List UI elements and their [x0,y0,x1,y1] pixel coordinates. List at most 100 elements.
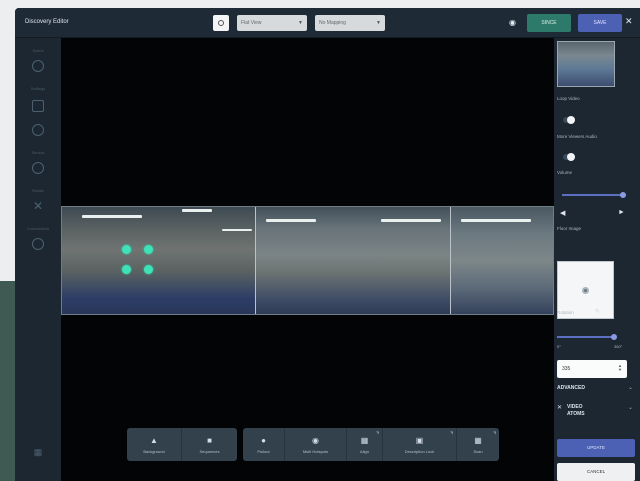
rotation-input[interactable]: 335 ▲ ▼ [557,360,627,378]
window-icon: ▣ [415,436,424,445]
rotation-label: Rotation [557,310,574,315]
update-button[interactable]: UPDATE [557,439,635,457]
ceiling-light [182,209,212,212]
hotspot-marker[interactable] [144,265,153,274]
hotspot-marker[interactable] [144,245,153,254]
advanced-label[interactable]: ADVANCED [557,385,585,391]
toolbar-button-label: Sequences [199,449,220,454]
align-icon: ▦ [360,436,369,445]
pencil-icon[interactable]: ✎ [595,308,600,315]
more-views-toggle[interactable] [563,153,575,161]
scan-button[interactable]: ◥ ▦ Scan [457,428,499,461]
toolbar-button-label: Background [143,449,165,454]
ceiling-light [82,215,142,218]
sidebar-group-label: Connections [26,226,50,231]
toolbar-button-label: Scan [473,449,483,454]
close-icon[interactable]: ✕ [625,16,633,27]
info-icon [218,20,224,26]
panorama-strip[interactable] [61,206,554,315]
loop-video-label: Loop Video [557,96,580,101]
sidebar-group-label: Scene [32,48,44,53]
hotspot-marker[interactable] [122,265,131,274]
sidebar-group-label: Settings [30,86,46,91]
cancel-button[interactable]: CANCEL [557,463,635,481]
scene-thumbnail[interactable] [557,41,615,87]
chevron-down-icon: ▼ [298,20,303,26]
panorama-segment [256,207,452,314]
since-button[interactable]: SINCE [527,14,571,32]
corner-marker-icon: ◥ [492,430,496,435]
sidebar-group-label: Sensor [31,150,45,155]
save-button[interactable]: SAVE [578,14,622,32]
slider-handle[interactable] [620,192,626,198]
mountain-icon: ▲ [150,436,158,445]
chevron-down-icon[interactable]: ⌄ [628,384,633,391]
trash-icon[interactable]: ▦ [32,446,44,458]
panorama-segment [451,207,553,314]
toolbar-button-label: Align [360,449,369,454]
sensor-icon[interactable] [32,162,44,174]
ceiling-light [222,229,252,231]
sequences-button[interactable]: ■ Sequences [182,428,237,461]
shield-icon[interactable] [32,124,44,136]
hotspot-marker[interactable] [122,245,131,254]
multi-hotspots-button[interactable]: ◉ Multi Hotspots [285,428,347,461]
info-button[interactable] [213,15,229,31]
camera-icon[interactable]: ◉ [509,18,516,27]
rotation-value: 335 [562,366,571,372]
floor-image-label: Floor Image [557,226,582,231]
properties-panel: Loop Video More Viewers Audio Volume ◀ ►… [554,38,640,481]
window-title: Discovery Editor [25,19,69,25]
toggle-knob [567,116,575,124]
view-select-value: Flat View [241,20,262,26]
corner-marker-icon: ◥ [375,430,379,435]
loop-video-toggle[interactable] [563,116,575,124]
grid-icon: ▦ [474,436,482,445]
align-button[interactable]: ◥ ▦ Align [347,428,383,461]
volume-label: Volume [557,170,573,175]
toolbar-button-label: Description Lock [404,449,435,454]
comment-icon: ■ [207,436,212,445]
chevron-down-icon[interactable]: ⌄ [628,404,633,411]
ceiling-light [461,219,532,222]
pullout-button[interactable]: ● Pullout [243,428,285,461]
person-icon[interactable] [32,238,44,250]
view-select[interactable]: Flat View ▼ [237,15,307,31]
eye-icon: ◉ [312,436,319,445]
editor-window: Discovery Editor Flat View ▼ No Mapping … [15,8,640,481]
toolbar-button-label: Multi Hotspots [302,449,329,454]
volume-slider[interactable] [562,192,626,198]
floor-marker-icon [582,286,589,294]
ceiling-light [381,219,442,222]
volume-low-icon[interactable]: ◀ [560,209,565,217]
mapping-select-value: No Mapping [319,20,346,26]
stepper-icon[interactable]: ▲ ▼ [618,364,622,372]
panorama-segment [62,207,257,314]
rotation-slider[interactable] [557,334,617,340]
chevron-down-icon: ▼ [376,20,381,26]
left-sidebar: Scene Settings Sensor Rotate ✕ Connectio… [15,38,61,481]
toolbar-button-label: Pullout [257,449,270,454]
slider-handle[interactable] [611,334,617,340]
background-button[interactable]: ▲ Background [127,428,182,461]
top-bar: Discovery Editor Flat View ▼ No Mapping … [15,8,640,38]
atoms-icon: ✕ [557,405,563,411]
ceiling-light [266,219,317,222]
corner-marker-icon: ◥ [449,430,453,435]
range-min: 0° [557,344,561,349]
toolbar-group-tools: ● Pullout ◉ Multi Hotspots ◥ ▦ Align ◥ ▣… [243,428,499,461]
mapping-select[interactable]: No Mapping ▼ [315,15,385,31]
person-icon: ● [261,436,266,445]
rotate-icon[interactable]: ✕ [32,200,44,212]
scene-icon[interactable] [32,60,44,72]
bottom-toolbar: ▲ Background ■ Sequences ● Pullout ◉ Mul… [127,428,499,461]
more-views-label: More Viewers Audio [557,134,597,139]
range-max: 360° [614,344,623,349]
description-lock-button[interactable]: ◥ ▣ Description Lock [383,428,457,461]
video-atoms-label[interactable]: VIDEO ATOMS [567,404,599,418]
toggle-knob [567,153,575,161]
settings-square-icon[interactable] [32,100,44,112]
volume-high-icon[interactable]: ► [618,209,625,216]
panorama-canvas[interactable] [61,38,554,481]
toolbar-group-media: ▲ Background ■ Sequences [127,428,237,461]
